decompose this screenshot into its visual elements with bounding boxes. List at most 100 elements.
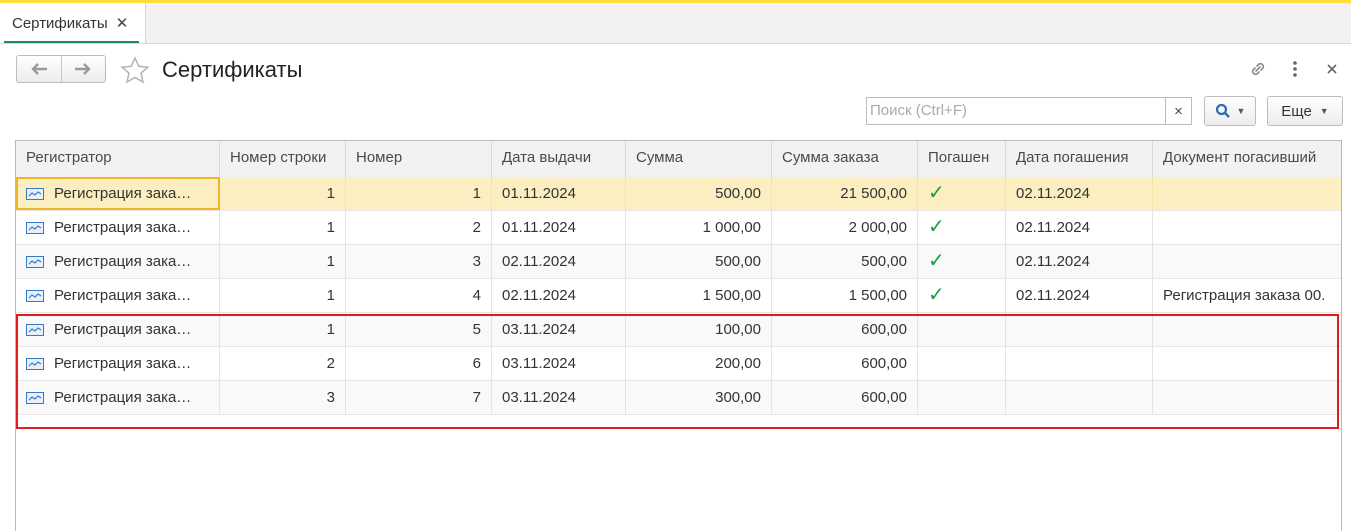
table-row[interactable]: Регистрация зака… 1 5 03.11.2024 100,00 600,0…: [16, 313, 1341, 347]
column-header-paid[interactable]: Погашен: [918, 141, 1006, 177]
find-button[interactable]: ▼: [1204, 96, 1256, 126]
cell-number[interactable]: 6: [346, 347, 492, 380]
more-actions-icon[interactable]: [1283, 58, 1307, 80]
cell-paid-date[interactable]: [1006, 313, 1153, 346]
back-button[interactable]: [17, 56, 61, 82]
cell-paying-document[interactable]: Регистрация заказа 00.: [1153, 279, 1341, 312]
cell-paid-date[interactable]: 02.11.2024: [1006, 245, 1153, 278]
cell-sum[interactable]: 500,00: [626, 177, 772, 210]
search-icon: [1215, 103, 1230, 118]
table-row[interactable]: Регистрация зака… 1 3 02.11.2024 500,00 500,0…: [16, 245, 1341, 279]
cell-order-sum[interactable]: 2 000,00: [772, 211, 918, 244]
cell-order-sum[interactable]: 500,00: [772, 245, 918, 278]
cell-number[interactable]: 4: [346, 279, 492, 312]
tab-bar: Сертификаты ✕: [0, 0, 1351, 44]
cell-registrar[interactable]: Регистрация зака…: [16, 381, 220, 414]
cell-issue-date[interactable]: 01.11.2024: [492, 177, 626, 210]
cell-line-number[interactable]: 1: [220, 279, 346, 312]
cell-line-number[interactable]: 1: [220, 177, 346, 210]
column-header-paying-document[interactable]: Документ погасивший: [1153, 141, 1341, 177]
cell-registrar[interactable]: Регистрация зака…: [16, 245, 220, 278]
cell-paying-document[interactable]: [1153, 177, 1341, 210]
cell-paid[interactable]: ✓: [918, 177, 1006, 210]
cell-paid[interactable]: ✓: [918, 279, 1006, 312]
arrow-right-icon: [75, 63, 91, 75]
cell-paid[interactable]: ✓: [918, 211, 1006, 244]
cell-order-sum[interactable]: 600,00: [772, 313, 918, 346]
cell-paid-date[interactable]: 02.11.2024: [1006, 279, 1153, 312]
cell-number[interactable]: 1: [346, 177, 492, 210]
column-header-issue-date[interactable]: Дата выдачи: [492, 141, 626, 177]
document-icon: [26, 188, 44, 200]
more-button[interactable]: Еще ▼: [1267, 96, 1343, 126]
column-header-number[interactable]: Номер: [346, 141, 492, 177]
cell-number[interactable]: 7: [346, 381, 492, 414]
chevron-down-icon: ▼: [1236, 106, 1246, 116]
cell-sum[interactable]: 1 000,00: [626, 211, 772, 244]
page-title: Сертификаты: [162, 57, 303, 82]
column-header-registrar[interactable]: Регистратор: [16, 141, 220, 177]
cell-sum[interactable]: 1 500,00: [626, 279, 772, 312]
table-row[interactable]: Регистрация зака… 3 7 03.11.2024 300,00 600,0…: [16, 381, 1341, 415]
cell-paying-document[interactable]: [1153, 245, 1341, 278]
cell-line-number[interactable]: 1: [220, 245, 346, 278]
more-button-label: Еще: [1281, 102, 1312, 120]
cell-sum[interactable]: 200,00: [626, 347, 772, 380]
cell-issue-date[interactable]: 02.11.2024: [492, 279, 626, 312]
forward-button[interactable]: [60, 56, 106, 82]
search-clear-button[interactable]: ×: [1166, 97, 1192, 125]
column-header-line-number[interactable]: Номер строки: [220, 141, 346, 177]
cell-paid-date[interactable]: [1006, 381, 1153, 414]
cell-issue-date[interactable]: 01.11.2024: [492, 211, 626, 244]
cell-number[interactable]: 5: [346, 313, 492, 346]
cell-issue-date[interactable]: 02.11.2024: [492, 245, 626, 278]
cell-paying-document[interactable]: [1153, 313, 1341, 346]
cell-registrar[interactable]: Регистрация зака…: [16, 347, 220, 380]
cell-paid[interactable]: [918, 381, 1006, 414]
cell-issue-date[interactable]: 03.11.2024: [492, 347, 626, 380]
close-form-icon[interactable]: [1320, 58, 1344, 80]
cell-paid[interactable]: [918, 313, 1006, 346]
column-header-order-sum[interactable]: Сумма заказа: [772, 141, 918, 177]
checkmark-icon: ✓: [928, 216, 945, 238]
cell-order-sum[interactable]: 600,00: [772, 347, 918, 380]
cell-paid-date[interactable]: 02.11.2024: [1006, 211, 1153, 244]
cell-issue-date[interactable]: 03.11.2024: [492, 381, 626, 414]
table-row[interactable]: Регистрация зака… 1 4 02.11.2024 1 500,00 1 5…: [16, 279, 1341, 313]
cell-paid[interactable]: [918, 347, 1006, 380]
cell-sum[interactable]: 300,00: [626, 381, 772, 414]
cell-registrar[interactable]: Регистрация зака…: [16, 313, 220, 346]
tab-close-icon[interactable]: ✕: [116, 14, 129, 32]
search-input[interactable]: Поиск (Ctrl+F): [866, 97, 1166, 125]
cell-sum[interactable]: 100,00: [626, 313, 772, 346]
cell-order-sum[interactable]: 600,00: [772, 381, 918, 414]
cell-line-number[interactable]: 3: [220, 381, 346, 414]
registrar-label: Регистрация зака…: [54, 287, 192, 304]
table-row[interactable]: Регистрация зака… 2 6 03.11.2024 200,00 600,0…: [16, 347, 1341, 381]
cell-line-number[interactable]: 2: [220, 347, 346, 380]
cell-registrar[interactable]: Регистрация зака…: [16, 177, 220, 210]
tab-certificates[interactable]: Сертификаты ✕: [0, 3, 146, 43]
cell-sum[interactable]: 500,00: [626, 245, 772, 278]
cell-paying-document[interactable]: [1153, 211, 1341, 244]
link-icon[interactable]: [1246, 58, 1270, 80]
cell-paid[interactable]: ✓: [918, 245, 1006, 278]
favorite-star-icon[interactable]: [120, 56, 150, 84]
cell-paying-document[interactable]: [1153, 381, 1341, 414]
table-row[interactable]: Регистрация зака… 1 1 01.11.2024 500,00 21 50…: [16, 177, 1341, 211]
cell-line-number[interactable]: 1: [220, 313, 346, 346]
cell-order-sum[interactable]: 1 500,00: [772, 279, 918, 312]
cell-issue-date[interactable]: 03.11.2024: [492, 313, 626, 346]
column-header-sum[interactable]: Сумма: [626, 141, 772, 177]
cell-registrar[interactable]: Регистрация зака…: [16, 211, 220, 244]
cell-registrar[interactable]: Регистрация зака…: [16, 279, 220, 312]
table-row[interactable]: Регистрация зака… 1 2 01.11.2024 1 000,00 2 0…: [16, 211, 1341, 245]
cell-paying-document[interactable]: [1153, 347, 1341, 380]
column-header-paid-date[interactable]: Дата погашения: [1006, 141, 1153, 177]
cell-number[interactable]: 2: [346, 211, 492, 244]
cell-line-number[interactable]: 1: [220, 211, 346, 244]
cell-order-sum[interactable]: 21 500,00: [772, 177, 918, 210]
cell-number[interactable]: 3: [346, 245, 492, 278]
cell-paid-date[interactable]: [1006, 347, 1153, 380]
cell-paid-date[interactable]: 02.11.2024: [1006, 177, 1153, 210]
